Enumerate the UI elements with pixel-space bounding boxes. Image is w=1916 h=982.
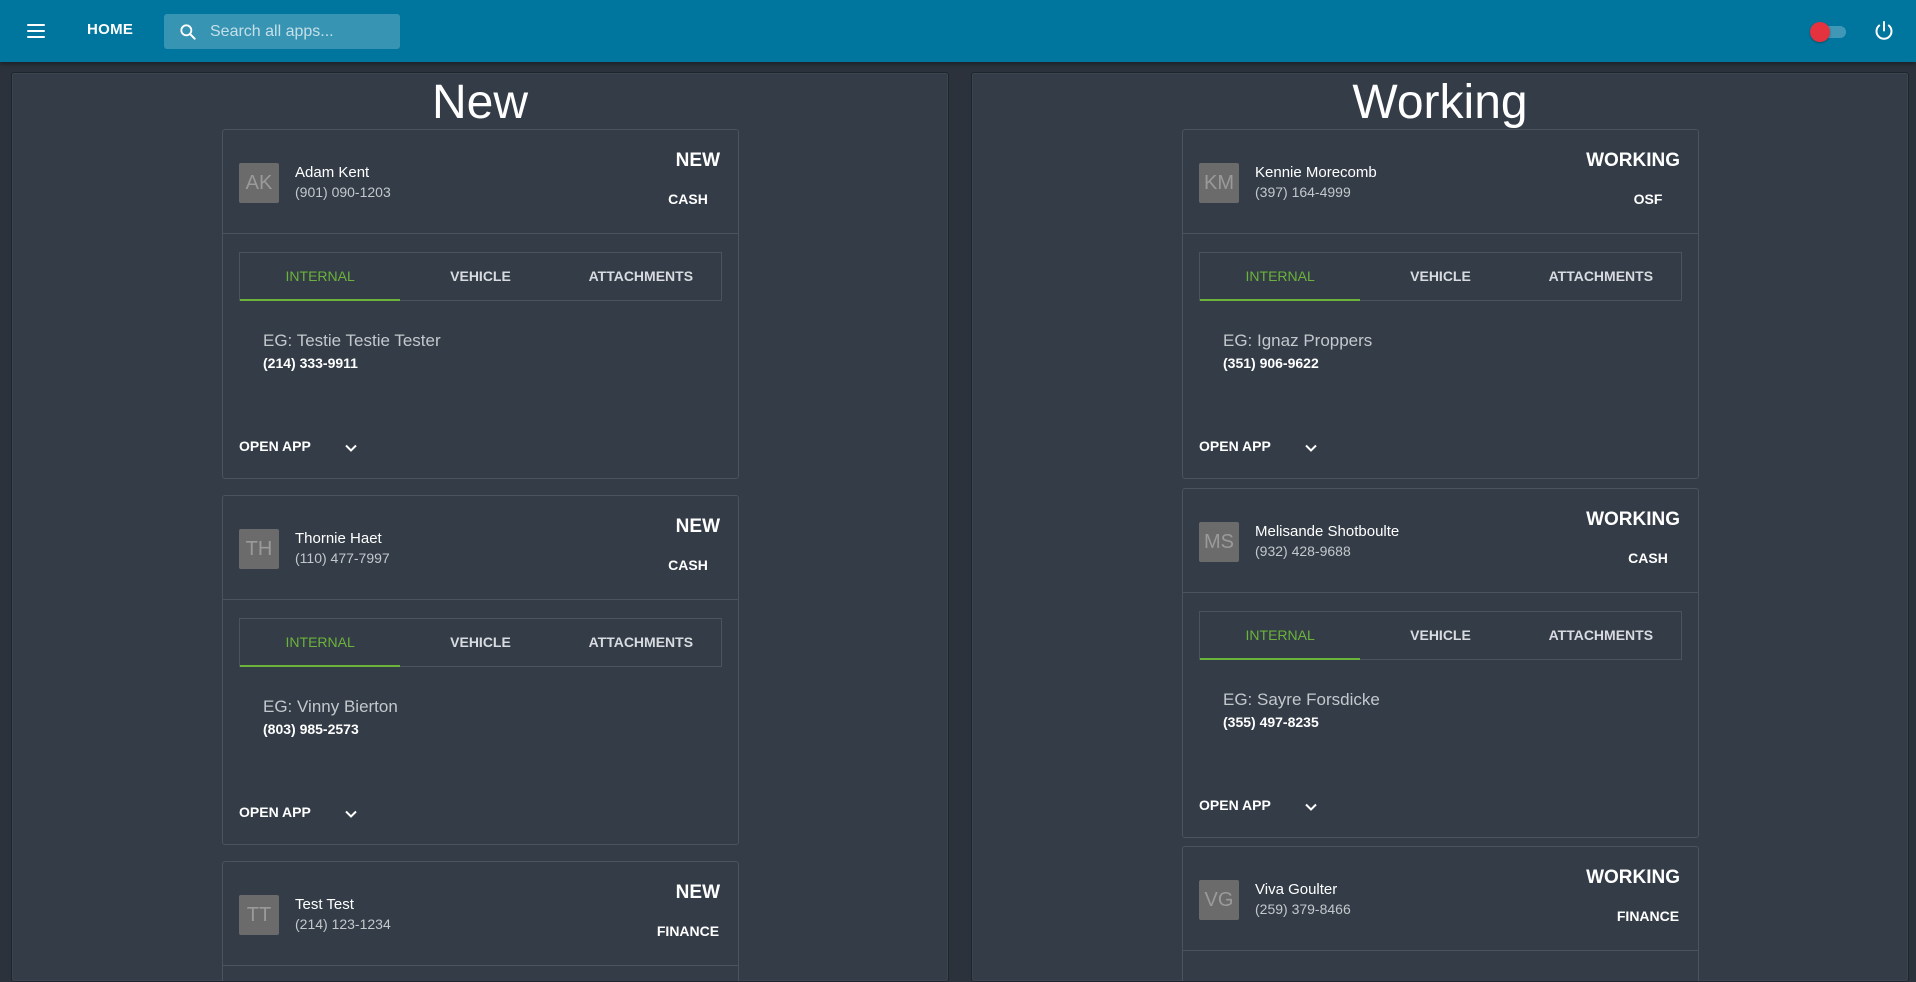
tab-attachments[interactable]: ATTACHMENTS (561, 619, 721, 666)
column-title: Working (1352, 76, 1528, 129)
open-app-button[interactable]: OPEN APP (239, 438, 311, 454)
avatar: TT (239, 895, 279, 935)
card-header: VG Viva Goulter (259) 379-8466 WORKING F… (1183, 847, 1698, 951)
applicant-name: Test Test (295, 896, 354, 913)
applicant-name: Melisande Shotboulte (1255, 523, 1400, 540)
power-icon[interactable] (1872, 19, 1896, 43)
applicant-phone: (214) 123-1234 (295, 916, 391, 932)
app-type-label: FINANCE (1616, 908, 1680, 924)
eg-phone: (803) 985-2573 (263, 721, 359, 737)
app-type-label: FINANCE (656, 923, 720, 939)
open-app-button[interactable]: OPEN APP (1199, 438, 1271, 454)
status-label: WORKING (1586, 509, 1680, 530)
avatar: TH (239, 529, 279, 569)
app-type-label: CASH (1628, 550, 1668, 566)
applicant-name: Thornie Haet (295, 530, 382, 547)
column-title: New (431, 76, 529, 129)
tab-vehicle[interactable]: VEHICLE (400, 619, 560, 666)
status-label: WORKING (1586, 150, 1680, 171)
open-app-button[interactable]: OPEN APP (239, 804, 311, 820)
tab-attachments[interactable]: ATTACHMENTS (561, 253, 721, 300)
tab-vehicle[interactable]: VEHICLE (1360, 253, 1520, 300)
card-tabs: INTERNAL VEHICLE ATTACHMENTS (239, 252, 722, 301)
avatar: AK (239, 163, 279, 203)
status-label: NEW (675, 150, 720, 171)
home-link[interactable]: HOME (87, 21, 133, 38)
card-tabs: INTERNAL VEHICLE ATTACHMENTS (1199, 611, 1682, 660)
menu-icon[interactable] (22, 18, 50, 44)
search-box[interactable] (164, 14, 400, 49)
applicant-name: Kennie Morecomb (1255, 164, 1377, 181)
app-card: AK Adam Kent (901) 090-1203 NEW CASH INT… (222, 129, 739, 479)
applicant-phone: (932) 428-9688 (1255, 543, 1351, 559)
card-tabs: INTERNAL VEHICLE ATTACHMENTS (1199, 252, 1682, 301)
tab-vehicle[interactable]: VEHICLE (400, 253, 560, 300)
column-new: New AK Adam Kent (901) 090-1203 NEW CASH… (11, 72, 949, 982)
card-header: MS Melisande Shotboulte (932) 428-9688 W… (1183, 489, 1698, 593)
status-label: NEW (675, 516, 720, 537)
app-type-label: CASH (668, 557, 708, 573)
eg-name: EG: Ignaz Proppers (1223, 331, 1373, 350)
status-label: WORKING (1586, 867, 1680, 888)
open-app-button[interactable]: OPEN APP (1199, 797, 1271, 813)
chevron-down-icon[interactable] (341, 438, 361, 458)
chevron-down-icon[interactable] (1301, 797, 1321, 817)
column-working: Working KM Kennie Morecomb (397) 164-499… (971, 72, 1909, 982)
applicant-phone: (110) 477-7997 (295, 550, 390, 566)
app-card: KM Kennie Morecomb (397) 164-4999 WORKIN… (1182, 129, 1699, 479)
tab-vehicle[interactable]: VEHICLE (1360, 612, 1520, 659)
app-type-label: CASH (668, 191, 708, 207)
applicant-phone: (397) 164-4999 (1255, 184, 1351, 200)
avatar: MS (1199, 522, 1239, 562)
tab-attachments[interactable]: ATTACHMENTS (1521, 253, 1681, 300)
eg-phone: (351) 906-9622 (1223, 355, 1319, 371)
eg-phone: (355) 497-8235 (1223, 714, 1319, 730)
eg-phone: (214) 333-9911 (263, 355, 358, 371)
app-type-label: OSF (1633, 191, 1663, 207)
tab-attachments[interactable]: ATTACHMENTS (1521, 612, 1681, 659)
toggle-knob (1810, 22, 1830, 42)
applicant-phone: (901) 090-1203 (295, 184, 391, 200)
chevron-down-icon[interactable] (341, 804, 361, 824)
card-header: TH Thornie Haet (110) 477-7997 NEW CASH (223, 496, 738, 600)
search-icon (180, 23, 196, 40)
card-header: TT Test Test (214) 123-1234 NEW FINANCE (223, 862, 738, 966)
status-label: NEW (675, 882, 720, 903)
applicant-name: Adam Kent (295, 164, 370, 181)
chevron-down-icon[interactable] (1301, 438, 1321, 458)
eg-name: EG: Vinny Bierton (263, 697, 398, 716)
tab-internal[interactable]: INTERNAL (240, 619, 401, 667)
card-header: KM Kennie Morecomb (397) 164-4999 WORKIN… (1183, 130, 1698, 234)
tab-internal[interactable]: INTERNAL (1200, 253, 1361, 301)
eg-name: EG: Sayre Forsdicke (1223, 690, 1380, 709)
applicant-phone: (259) 379-8466 (1255, 901, 1351, 917)
status-toggle[interactable] (1810, 22, 1846, 42)
app-card: TH Thornie Haet (110) 477-7997 NEW CASH … (222, 495, 739, 845)
card-tabs: INTERNAL VEHICLE ATTACHMENTS (239, 618, 722, 667)
avatar: VG (1199, 880, 1239, 920)
eg-name: EG: Testie Testie Tester (263, 331, 441, 350)
tab-internal[interactable]: INTERNAL (240, 253, 401, 301)
app-card: TT Test Test (214) 123-1234 NEW FINANCE (222, 861, 739, 981)
app-card: MS Melisande Shotboulte (932) 428-9688 W… (1182, 488, 1699, 838)
top-app-bar: HOME (0, 0, 1916, 62)
card-header: AK Adam Kent (901) 090-1203 NEW CASH (223, 130, 738, 234)
avatar: KM (1199, 163, 1239, 203)
app-card: VG Viva Goulter (259) 379-8466 WORKING F… (1182, 846, 1699, 981)
tab-internal[interactable]: INTERNAL (1200, 612, 1361, 660)
applicant-name: Viva Goulter (1255, 881, 1338, 898)
search-input[interactable] (208, 21, 393, 42)
